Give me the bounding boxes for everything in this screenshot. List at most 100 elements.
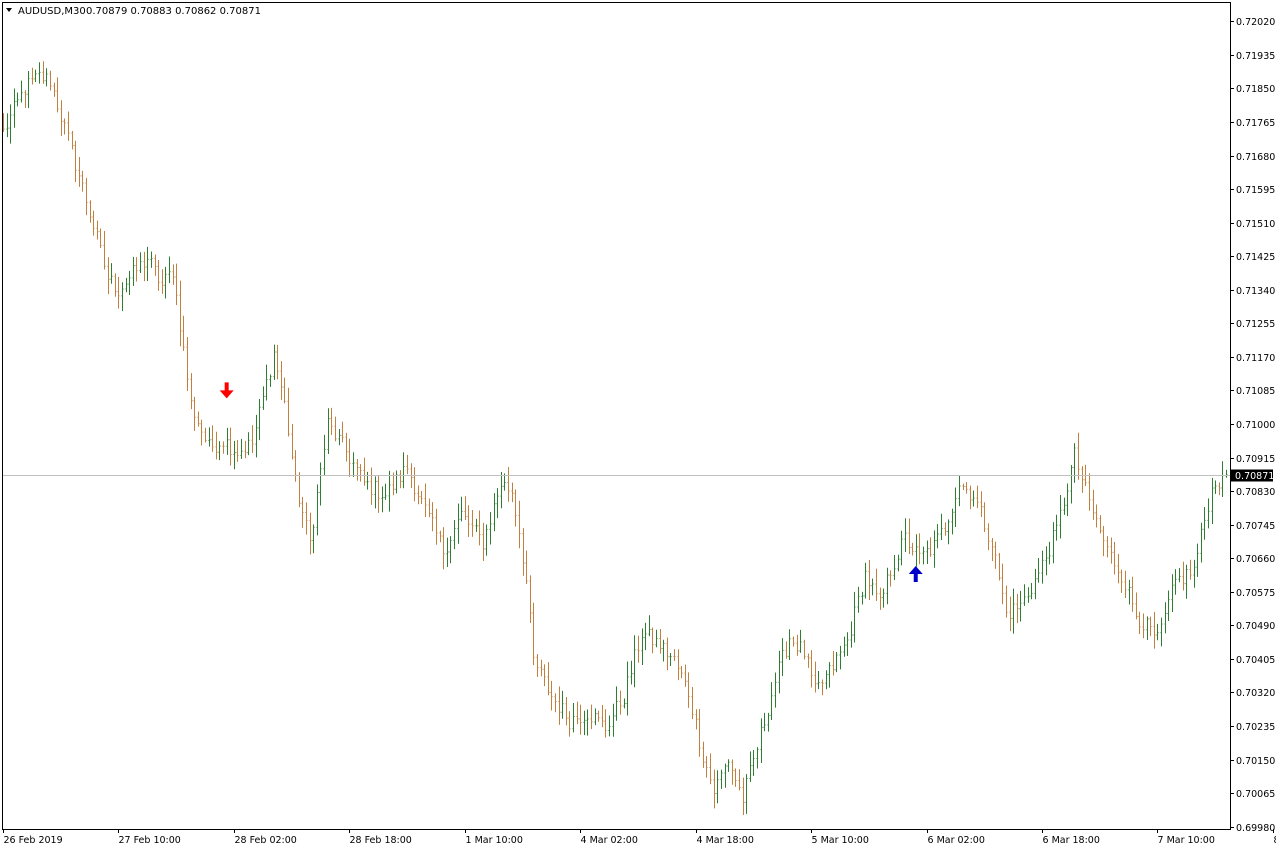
ohlc-bar [752, 750, 755, 776]
ohlc-bar [1146, 616, 1149, 641]
ohlc-bar [114, 273, 117, 297]
ohlc-bar [565, 696, 568, 726]
ohlc-bar [1156, 623, 1159, 641]
ohlc-bar [687, 672, 690, 708]
ohlc-bar [969, 485, 972, 510]
ohlc-bar [965, 482, 968, 494]
ohlc-bar [1142, 613, 1145, 639]
ohlc-bar [976, 485, 979, 509]
ohlc-bar [1099, 515, 1102, 534]
ohlc-bar [1048, 541, 1051, 565]
collapse-triangle-icon[interactable] [6, 8, 12, 12]
ohlc-bar [662, 639, 665, 662]
ohlc-bar [680, 665, 683, 679]
ohlc-bar [247, 432, 250, 456]
ohlc-bar [89, 200, 92, 223]
x-tick-label: 26 Feb 2019 [4, 835, 63, 846]
ohlc-bar [698, 709, 701, 757]
ohlc-bar [576, 701, 579, 725]
ohlc-bar [835, 652, 838, 673]
ohlc-bar [428, 498, 431, 518]
ohlc-bar [200, 419, 203, 446]
ohlc-bar [402, 452, 405, 489]
ohlc-bar [143, 251, 146, 282]
ohlc-bar [590, 704, 593, 730]
ohlc-bar [705, 756, 708, 778]
ohlc-bar [359, 464, 362, 482]
ohlc-bar [406, 454, 409, 475]
ohlc-bar [864, 562, 867, 599]
price-chart[interactable]: 0.72020 0.71935 0.71850 0.71765 0.71680 0.715… [0, 0, 1276, 850]
ohlc-bar [846, 632, 849, 656]
ohlc-bar [691, 686, 694, 720]
ohlc-bar [1081, 466, 1084, 493]
ohlc-bar [1077, 432, 1080, 480]
ohlc-bar [338, 428, 341, 446]
ohlc-bar [374, 476, 377, 509]
ohlc-bar [110, 263, 113, 284]
ohlc-bar [211, 425, 214, 452]
ohlc-bar [49, 70, 52, 91]
ohlc-bar [832, 651, 835, 676]
ohlc-bar [1052, 522, 1055, 564]
ohlc-bar [294, 450, 297, 482]
ohlc-bar [702, 741, 705, 768]
ohlc-bar [1149, 616, 1152, 637]
ohlc-bar [53, 82, 56, 97]
ohlc-bar [781, 638, 784, 677]
ohlc-bar [16, 92, 19, 107]
ohlc-bar [716, 770, 719, 804]
ohlc-bar [1041, 550, 1044, 584]
ohlc-bar [522, 528, 525, 576]
ohlc-bar [442, 527, 445, 570]
ohlc-bar [807, 653, 810, 668]
ohlc-bar [1001, 563, 1004, 605]
ohlc-bar [572, 702, 575, 733]
x-tick-label: 6 Mar 02:00 [928, 835, 985, 846]
ohlc-bar [1034, 568, 1037, 600]
ohlc-bar [991, 538, 994, 561]
ohlc-bar [1128, 579, 1131, 605]
ohlc-bar [150, 251, 153, 268]
y-tick-label: 0.70065 [1236, 789, 1275, 800]
ohlc-bar [933, 530, 936, 568]
ohlc-bar [330, 407, 333, 436]
ohlc-bar [31, 67, 34, 85]
y-tick-label: 0.71085 [1236, 386, 1275, 397]
ohlc-bar [107, 257, 110, 295]
y-tick-label: 0.71765 [1236, 118, 1275, 129]
ohlc-bar [1214, 480, 1217, 495]
y-tick-label: 0.71935 [1236, 51, 1275, 62]
ohlc-bar [71, 131, 74, 150]
ohlc-bar [626, 661, 629, 716]
ohlc-bar [413, 467, 416, 502]
ohlc-bar [857, 586, 860, 613]
ohlc-bar [471, 510, 474, 537]
ohlc-bar [395, 470, 398, 494]
ohlc-bar [1110, 537, 1113, 564]
ohlc-bar [669, 652, 672, 666]
y-tick-label: 0.70235 [1236, 722, 1275, 733]
ohlc-bar [929, 537, 932, 557]
ohlc-bar [724, 763, 727, 788]
ohlc-bar [258, 398, 261, 441]
ohlc-bar [713, 769, 716, 809]
ohlc-bar [518, 500, 521, 549]
ohlc-bar [947, 519, 950, 545]
ohlc-bar [352, 452, 355, 478]
ohlc-bar [1160, 617, 1163, 647]
ohlc-bar [269, 374, 272, 387]
ohlc-bar [1211, 477, 1214, 524]
ohlc-bar [1092, 489, 1095, 520]
ohlc-bar [871, 578, 874, 596]
ohlc-bar [673, 649, 676, 662]
ohlc-bar [1167, 590, 1170, 622]
y-tick-label: 0.70150 [1236, 756, 1275, 767]
ohlc-bar [879, 587, 882, 610]
ohlc-bar [911, 542, 914, 556]
ohlc-bar [677, 649, 680, 681]
ohlc-bar [482, 522, 485, 561]
ohlc-bar [583, 710, 586, 736]
ohlc-bar [659, 629, 662, 654]
ohlc-bar [875, 568, 878, 601]
